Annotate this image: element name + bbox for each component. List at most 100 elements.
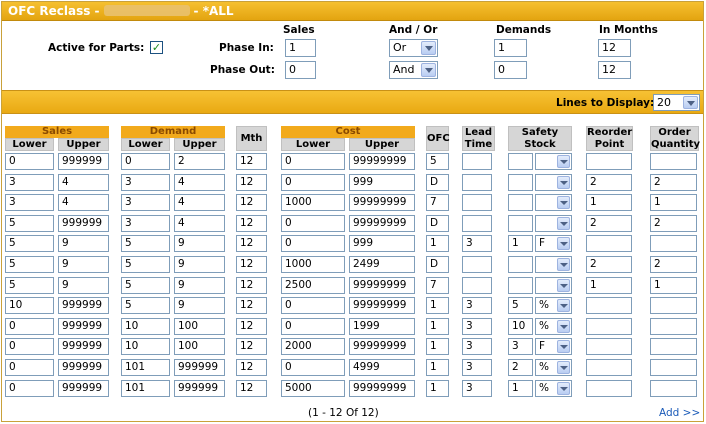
safety-stock-type-select[interactable]: % — [535, 317, 572, 335]
mth-input[interactable]: 12 — [236, 297, 267, 315]
safety-stock-input[interactable] — [508, 173, 533, 191]
sales-upper-input[interactable]: 9 — [58, 235, 109, 253]
safety-stock-input[interactable]: 1 — [508, 379, 533, 397]
cost-upper-input[interactable]: 99999999 — [349, 338, 415, 356]
safety-stock-input[interactable]: 5 — [508, 297, 533, 315]
safety-stock-input[interactable]: 3 — [508, 338, 533, 356]
lead-time-input[interactable]: 3 — [462, 338, 492, 356]
lead-time-input[interactable] — [462, 214, 492, 232]
cost-lower-input[interactable]: 2000 — [281, 338, 345, 356]
cost-lower-input[interactable]: 5000 — [281, 379, 345, 397]
cost-lower-input[interactable]: 1000 — [281, 194, 345, 212]
demand-upper-input[interactable]: 9 — [174, 276, 225, 294]
safety-stock-input[interactable] — [508, 153, 533, 170]
ofc-input[interactable]: 1 — [426, 379, 449, 397]
reorder-point-input[interactable] — [586, 317, 632, 335]
safety-stock-input[interactable] — [508, 256, 533, 273]
reorder-point-input[interactable] — [586, 153, 632, 170]
lead-time-input[interactable]: 3 — [462, 379, 492, 397]
cost-upper-input[interactable]: 1999 — [349, 317, 415, 335]
order-quantity-input[interactable] — [650, 317, 697, 335]
cost-upper-input[interactable]: 99999999 — [349, 214, 415, 232]
sales-lower-input[interactable]: 5 — [5, 276, 54, 294]
ofc-input[interactable]: 1 — [426, 235, 449, 253]
reorder-point-input[interactable] — [586, 338, 632, 356]
phase-out-sales-input[interactable]: 0 — [285, 61, 316, 79]
sales-lower-input[interactable]: 0 — [5, 338, 54, 356]
order-quantity-input[interactable] — [650, 338, 697, 356]
safety-stock-type-select[interactable] — [535, 256, 572, 273]
mth-input[interactable]: 12 — [236, 317, 267, 335]
demand-lower-input[interactable]: 0 — [121, 153, 170, 170]
sales-lower-input[interactable]: 5 — [5, 214, 54, 232]
safety-stock-type-select[interactable] — [535, 173, 572, 191]
ofc-input[interactable]: 7 — [426, 194, 449, 212]
sales-upper-input[interactable]: 999999 — [58, 153, 109, 170]
sales-lower-input[interactable]: 10 — [5, 297, 54, 315]
mth-input[interactable]: 12 — [236, 359, 267, 376]
demand-lower-input[interactable]: 5 — [121, 235, 170, 253]
phase-in-andor-select[interactable]: Or — [389, 39, 438, 57]
phase-out-andor-select[interactable]: And — [389, 61, 438, 79]
sales-lower-input[interactable]: 5 — [5, 235, 54, 253]
demand-lower-input[interactable]: 5 — [121, 276, 170, 294]
demand-upper-input[interactable]: 999999 — [174, 379, 225, 397]
demand-upper-input[interactable]: 4 — [174, 214, 225, 232]
safety-stock-type-select[interactable] — [535, 194, 572, 212]
cost-upper-input[interactable]: 999 — [349, 173, 415, 191]
reorder-point-input[interactable]: 1 — [586, 276, 632, 294]
safety-stock-input[interactable]: 10 — [508, 317, 533, 335]
active-checkbox[interactable]: ✓ — [150, 41, 163, 54]
ofc-input[interactable]: D — [426, 173, 449, 191]
reorder-point-input[interactable]: 1 — [586, 194, 632, 212]
sales-lower-input[interactable]: 0 — [5, 359, 54, 376]
demand-lower-input[interactable]: 3 — [121, 173, 170, 191]
demand-upper-input[interactable]: 999999 — [174, 359, 225, 376]
ofc-input[interactable]: 1 — [426, 338, 449, 356]
safety-stock-input[interactable] — [508, 194, 533, 212]
mth-input[interactable]: 12 — [236, 256, 267, 273]
cost-lower-input[interactable]: 0 — [281, 317, 345, 335]
demand-upper-input[interactable]: 100 — [174, 317, 225, 335]
reorder-point-input[interactable] — [586, 359, 632, 376]
order-quantity-input[interactable] — [650, 359, 697, 376]
sales-upper-input[interactable]: 4 — [58, 194, 109, 212]
reorder-point-input[interactable]: 2 — [586, 214, 632, 232]
demand-upper-input[interactable]: 9 — [174, 297, 225, 315]
mth-input[interactable]: 12 — [236, 276, 267, 294]
mth-input[interactable]: 12 — [236, 194, 267, 212]
safety-stock-type-select[interactable]: F — [535, 235, 572, 253]
demand-lower-input[interactable]: 5 — [121, 256, 170, 273]
safety-stock-type-select[interactable]: % — [535, 359, 572, 376]
order-quantity-input[interactable]: 2 — [650, 256, 697, 273]
phase-in-months-input[interactable]: 12 — [598, 39, 631, 57]
ofc-input[interactable]: D — [426, 214, 449, 232]
reorder-point-input[interactable] — [586, 235, 632, 253]
add-link[interactable]: Add >> — [659, 407, 700, 419]
demand-lower-input[interactable]: 5 — [121, 297, 170, 315]
order-quantity-input[interactable]: 1 — [650, 276, 697, 294]
cost-lower-input[interactable]: 0 — [281, 214, 345, 232]
cost-lower-input[interactable]: 0 — [281, 235, 345, 253]
cost-upper-input[interactable]: 99999999 — [349, 194, 415, 212]
lead-time-input[interactable] — [462, 173, 492, 191]
safety-stock-type-select[interactable] — [535, 276, 572, 294]
cost-upper-input[interactable]: 99999999 — [349, 297, 415, 315]
ofc-input[interactable]: D — [426, 256, 449, 273]
order-quantity-input[interactable] — [650, 297, 697, 315]
cost-lower-input[interactable]: 2500 — [281, 276, 345, 294]
safety-stock-type-select[interactable]: F — [535, 338, 572, 356]
sales-upper-input[interactable]: 999999 — [58, 297, 109, 315]
phase-in-sales-input[interactable]: 1 — [285, 39, 316, 57]
lead-time-input[interactable] — [462, 256, 492, 273]
demand-lower-input[interactable]: 10 — [121, 338, 170, 356]
lead-time-input[interactable] — [462, 276, 492, 294]
order-quantity-input[interactable]: 2 — [650, 173, 697, 191]
phase-out-months-input[interactable]: 12 — [598, 61, 631, 79]
cost-lower-input[interactable]: 1000 — [281, 256, 345, 273]
phase-in-demands-input[interactable]: 1 — [494, 39, 527, 57]
phase-out-demands-input[interactable]: 0 — [494, 61, 527, 79]
mth-input[interactable]: 12 — [236, 379, 267, 397]
cost-upper-input[interactable]: 2499 — [349, 256, 415, 273]
lead-time-input[interactable] — [462, 194, 492, 212]
